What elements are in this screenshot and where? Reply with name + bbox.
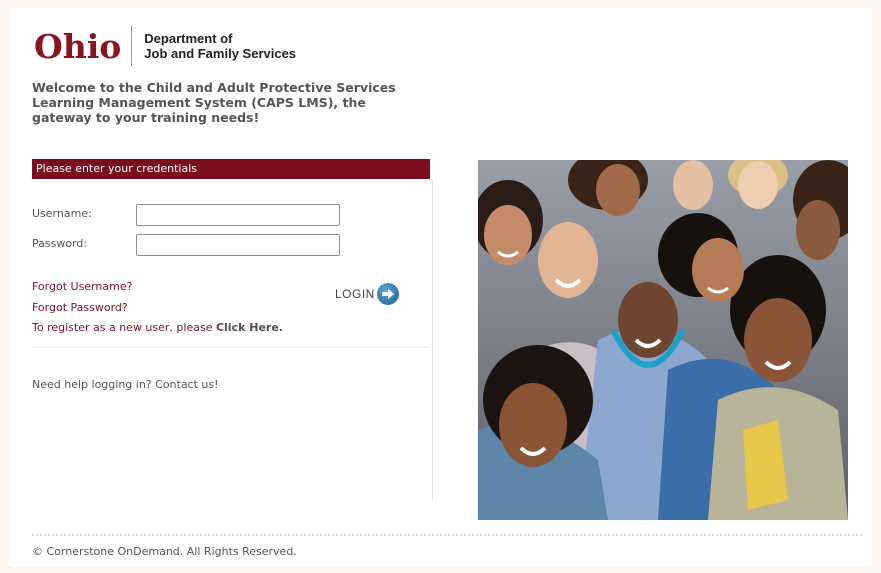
password-input[interactable]: [136, 234, 340, 256]
footer-divider: [32, 534, 862, 536]
arrow-circle-icon: [376, 283, 399, 305]
login-button[interactable]: LOGIN: [335, 282, 399, 306]
credentials-panel-header: Please enter your credentials: [32, 159, 430, 179]
contact-us-link[interactable]: Contact us!: [155, 378, 218, 391]
register-click-here-link[interactable]: Click Here.: [216, 321, 283, 334]
footer-copyright: © Cornerstone OnDemand. All Rights Reser…: [32, 545, 297, 558]
login-button-label: LOGIN: [335, 287, 375, 301]
logo-dept-line2: Job and Family Services: [144, 46, 297, 61]
username-input[interactable]: [136, 204, 340, 226]
forgot-username-link[interactable]: Forgot Username?: [32, 280, 132, 293]
welcome-text: Welcome to the Child and Adult Protectiv…: [32, 80, 396, 125]
logo-dept-line1: Department of: [144, 31, 233, 46]
group-photo: [478, 160, 848, 520]
forgot-password-link[interactable]: Forgot Password?: [32, 301, 128, 314]
logo-ohio-wordmark: Ohio: [34, 26, 122, 66]
help-text: Need help logging in? Contact us!: [32, 378, 219, 391]
ohio-jfs-logo: Ohio Department of Job and Family Servic…: [34, 24, 296, 68]
password-label: Password:: [32, 237, 88, 250]
panel-divider: [432, 179, 433, 501]
help-prefix: Need help logging in?: [32, 378, 156, 391]
panel-separator: [32, 347, 430, 348]
logo-divider: [131, 26, 133, 66]
username-label: Username:: [32, 207, 92, 220]
register-prefix: To register as a new user, please: [32, 321, 216, 334]
logo-department-name: Department of Job and Family Services: [144, 31, 296, 61]
register-text: To register as a new user, please Click …: [32, 321, 283, 334]
login-page: Ohio Department of Job and Family Servic…: [10, 8, 872, 566]
